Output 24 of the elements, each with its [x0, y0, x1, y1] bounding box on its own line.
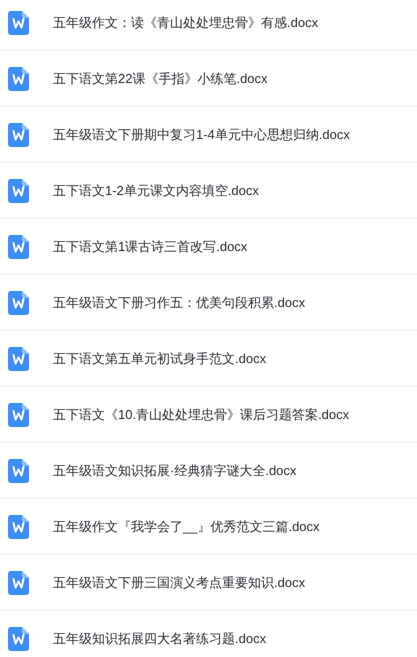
file-name[interactable]: 五年级语文知识拓展·经典猜字谜大全.docx — [53, 460, 296, 480]
file-name[interactable]: 五下语文第22课《手指》小练笔.docx — [53, 68, 268, 88]
document-icon — [8, 402, 29, 426]
document-icon — [8, 10, 29, 34]
document-icon — [8, 178, 29, 202]
file-name[interactable]: 五年级作文：读《青山处处埋忠骨》有感.docx — [53, 12, 318, 32]
file-name[interactable]: 五下语文第五单元初试身手范文.docx — [53, 348, 266, 368]
file-name[interactable]: 五年级语文下册期中复习1-4单元中心思想归纳.docx — [53, 124, 350, 144]
file-name[interactable]: 五下语文《10.青山处处埋忠骨》课后习题答案.docx — [53, 404, 350, 424]
file-name[interactable]: 五年级知识拓展四大名著练习题.docx — [53, 628, 266, 648]
document-icon — [8, 290, 29, 314]
document-icon — [8, 122, 29, 146]
file-name[interactable]: 五年级语文下册习作五：优美句段积累.docx — [53, 292, 306, 312]
document-icon — [8, 458, 29, 482]
document-icon — [8, 570, 29, 594]
file-name[interactable]: 五下语文第1课古诗三首改写.docx — [53, 236, 248, 256]
document-icon — [8, 66, 29, 90]
document-icon — [8, 626, 29, 650]
document-icon — [8, 234, 29, 258]
file-name[interactable]: 五下语文1-2单元课文内容填空.docx — [53, 180, 259, 200]
file-name[interactable]: 五年级作文『我学会了__』优秀范文三篇.docx — [53, 516, 320, 536]
document-icon — [8, 346, 29, 370]
document-icon — [8, 514, 29, 538]
file-name[interactable]: 五年级语文下册三国演义考点重要知识.docx — [53, 572, 306, 592]
